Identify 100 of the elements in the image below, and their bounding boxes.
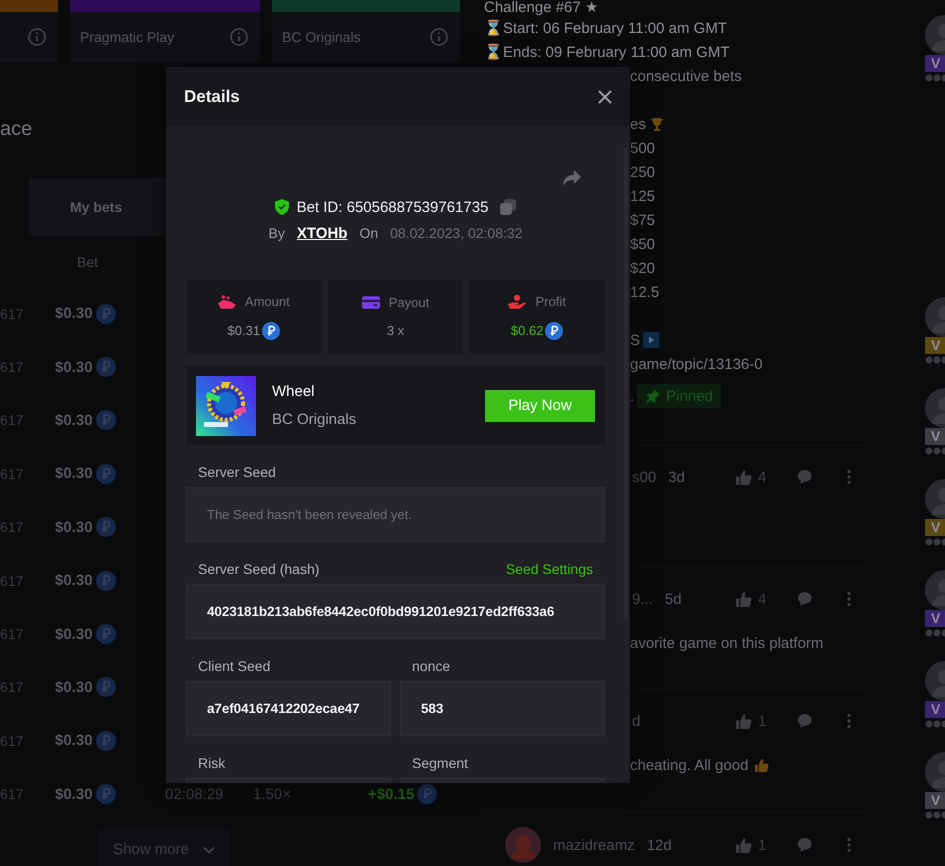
provider-name: BC Originals [282, 29, 361, 45]
info-icon[interactable] [28, 28, 46, 46]
by-label: By [268, 225, 285, 241]
seed-field[interactable]: 4023181b213ab6fe8442ec0f0bd991201e9217ed2ff633a6 [186, 584, 605, 639]
bet-amount: $0.30 [55, 412, 93, 429]
info-icon[interactable] [230, 28, 248, 46]
comment-age: 12d [646, 836, 672, 854]
comment-icon[interactable] [797, 469, 813, 485]
bet-amount: $0.30 [55, 626, 93, 643]
chevron-down-icon [202, 846, 215, 854]
bet-amount: $0.30 [55, 786, 93, 803]
provider-card[interactable]: BC Originals [272, 0, 460, 62]
post-text: $50 [630, 236, 656, 252]
provider-card[interactable] [0, 0, 58, 62]
avatar[interactable] [505, 827, 541, 863]
post-text: game/topic/13136-0 [630, 356, 763, 372]
bet-amount: $0.30 [55, 305, 93, 322]
comment-age: 5d [664, 590, 682, 608]
vip-badge: V [925, 519, 945, 536]
stat-label: Profit [535, 294, 566, 308]
thumbs-up-icon [735, 836, 752, 854]
vip-badge: V [925, 428, 945, 445]
post-text: es [630, 116, 646, 132]
post-text: S [630, 332, 640, 348]
ruble-coin-icon [96, 624, 116, 644]
ruble-coin-icon [96, 730, 116, 751]
post-text: $20 [630, 260, 656, 276]
vip-badge: V [925, 337, 945, 354]
more-icon[interactable] [847, 837, 851, 853]
pin-icon [645, 388, 662, 404]
more-icon[interactable] [847, 713, 851, 729]
stat-value: $0.62 [510, 323, 544, 338]
ruble-coin-icon [96, 677, 116, 698]
bet-profit: +$0.15 [368, 786, 414, 803]
seed-settings-link[interactable]: Seed Settings [506, 561, 593, 577]
comment-age: 3d [668, 468, 685, 486]
copy-icon[interactable] [500, 199, 516, 215]
game-provider: BC Originals [272, 411, 356, 428]
ruble-coin-icon [417, 784, 438, 804]
post-text: 125 [630, 188, 656, 204]
vip-badge: V [925, 610, 945, 627]
trophy-icon [648, 116, 665, 132]
post-text: consecutive bets [630, 68, 742, 84]
bet-amount: $0.30 [55, 732, 93, 750]
bet-id: Bet ID: 65056887539761735 [296, 198, 488, 216]
person-hand-icon [508, 294, 526, 308]
close-button[interactable] [598, 90, 612, 104]
comment-text: cheating. All good [630, 756, 748, 774]
vip-badge: V [925, 55, 945, 72]
game-name: Wheel [272, 383, 316, 400]
stat-label: Payout [388, 295, 430, 310]
post-text: 12.5 [630, 284, 660, 300]
post-text: ⌛Start: 06 February 11:00 am GMT [484, 19, 727, 37]
post-text: 500 [630, 140, 656, 156]
thumbs-up-icon [735, 468, 752, 486]
comment-author[interactable]: 9... [632, 590, 653, 608]
ruble-coin-icon [96, 304, 116, 324]
post-text: 250 [630, 164, 656, 180]
ruble-coin-icon [96, 784, 116, 804]
more-icon[interactable] [847, 469, 851, 485]
field-label: Client Seed [198, 658, 270, 674]
post-text: ⌛Ends: 09 February 11:00 am GMT [484, 43, 730, 61]
info-icon[interactable] [430, 28, 448, 46]
thumbs-up-icon [735, 712, 752, 730]
ruble-coin-icon [96, 464, 116, 484]
stat-label: Amount [244, 294, 290, 308]
comment-author[interactable]: mazidreamz [553, 836, 635, 854]
comment-icon[interactable] [797, 591, 813, 607]
dialog-title: Details [184, 87, 240, 107]
card-icon [362, 295, 380, 310]
field-label: nonce [412, 658, 450, 674]
field-label: Server Seed (hash) [198, 561, 320, 577]
play-now-button[interactable]: Play Now [485, 390, 595, 422]
post-text: . [630, 388, 634, 404]
pinned-label: Pinned [666, 388, 713, 404]
comment-icon[interactable] [797, 713, 813, 729]
hand-coins-icon [218, 294, 236, 308]
more-icon[interactable] [847, 591, 851, 607]
bet-amount: $0.30 [55, 518, 93, 536]
seed-field[interactable]: 583 [400, 681, 605, 736]
ruble-coin-icon [96, 517, 116, 538]
bets-tab[interactable]: My bets [29, 178, 166, 236]
field-label: Server Seed [198, 464, 276, 480]
comment-author[interactable]: s00 [632, 468, 656, 486]
vip-badge: V [925, 701, 945, 718]
ruble-coin-icon [96, 410, 116, 430]
seed-field: The Seed hasn't been revealed yet. [186, 487, 605, 542]
bet-amount: $0.30 [55, 465, 93, 482]
bet-date: 08.02.2023, 02:08:32 [390, 225, 522, 241]
provider-card[interactable]: Pragmatic Play [70, 0, 260, 62]
post-text: $75 [630, 212, 656, 228]
comment-icon[interactable] [797, 837, 813, 853]
thumbs-up-icon [735, 590, 752, 608]
vip-badge: V [925, 792, 945, 809]
post-text: Challenge #67 ★ [484, 0, 598, 16]
column-header: Bet [76, 254, 99, 270]
username-link[interactable]: XTOHb [296, 224, 348, 242]
field-label: Risk [198, 755, 226, 771]
seed-field[interactable]: a7ef04167412202ecae47 [186, 681, 391, 736]
share-icon[interactable] [562, 169, 582, 187]
